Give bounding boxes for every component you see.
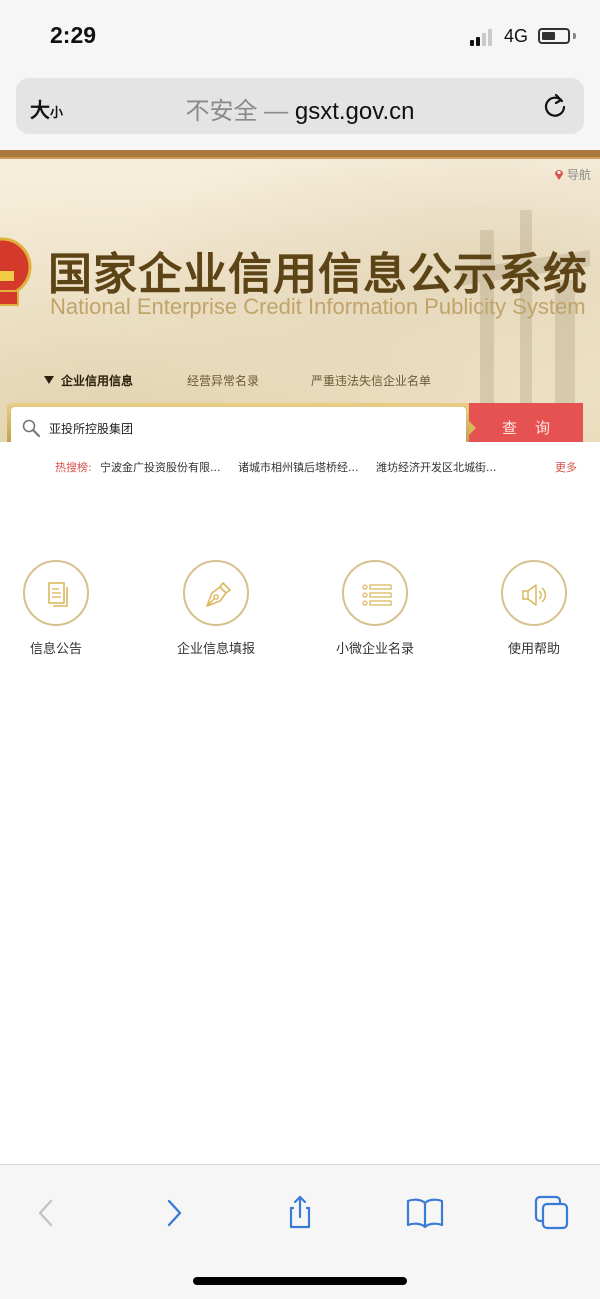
- pen-nib-icon: [206, 582, 231, 607]
- search-box-frame: [7, 403, 471, 442]
- url-display[interactable]: 不安全 — gsxt.gov.cn: [16, 91, 584, 126]
- nav-link[interactable]: 导航: [554, 166, 591, 183]
- quick-link-small-business-list[interactable]: 小微企业名录: [305, 560, 445, 657]
- security-label: 不安全 —: [185, 98, 295, 125]
- share-icon[interactable]: [280, 1193, 320, 1233]
- icon-circle: [23, 560, 89, 626]
- triangle-down-icon: [44, 376, 54, 384]
- quick-link-label: 使用帮助: [507, 642, 560, 657]
- tab-enterprise-credit[interactable]: 企业信用信息: [44, 372, 133, 389]
- signal-icon: [470, 28, 498, 46]
- list-icon: [362, 584, 392, 606]
- quick-link-label: 小微企业名录: [335, 642, 414, 657]
- hot-search-more-link[interactable]: 更多: [555, 459, 577, 475]
- url-domain: gsxt.gov.cn: [294, 98, 415, 125]
- network-type: 4G: [504, 26, 529, 46]
- header-stripe: [0, 150, 600, 159]
- quick-link-label: 信息公告: [29, 642, 82, 657]
- search-button[interactable]: 查询: [469, 403, 583, 442]
- document-icon: [48, 582, 68, 607]
- forward-arrow-icon[interactable]: [154, 1193, 194, 1233]
- quick-link-label: 企业信息填报: [176, 642, 255, 657]
- tab-abnormal-operations[interactable]: 经营异常名录: [187, 372, 259, 389]
- site-title-en: National Enterprise Credit Information P…: [50, 294, 586, 319]
- search-form: 查询: [7, 403, 583, 442]
- address-bar[interactable]: 大小 不安全 — gsxt.gov.cn: [16, 78, 584, 134]
- nav-link-label: 导航: [567, 168, 592, 182]
- national-emblem-icon: [0, 237, 32, 306]
- back-arrow-icon[interactable]: [26, 1193, 66, 1233]
- search-icon: [22, 419, 41, 438]
- tabs-icon[interactable]: [532, 1193, 572, 1233]
- speaker-icon: [522, 584, 547, 606]
- tab-serious-violations[interactable]: 严重违法失信企业名单: [311, 372, 431, 389]
- quick-link-announcements[interactable]: 信息公告: [0, 560, 126, 657]
- bookmarks-icon[interactable]: [405, 1193, 445, 1233]
- hot-search-label: 热搜榜:: [55, 461, 92, 474]
- status-time: 2:29: [50, 22, 97, 48]
- hot-search-item[interactable]: 诸城市相州镇后塔桥经...: [238, 459, 359, 475]
- icon-circle: [342, 560, 408, 626]
- site-header-banner: 导航 国家企业信用信息公示系统 National Enterprise Cred…: [0, 150, 600, 442]
- icon-circle: [183, 560, 249, 626]
- battery-cap: [573, 33, 576, 39]
- category-tabs: 企业信用信息 经营异常名录 严重违法失信企业名单: [0, 372, 600, 396]
- tab-label: 经营异常名录: [187, 374, 260, 388]
- search-input[interactable]: [49, 417, 449, 439]
- quick-link-info-filing[interactable]: 企业信息填报: [146, 560, 286, 657]
- site-title-cn: 国家企业信用信息公示系统: [48, 249, 588, 300]
- hot-search-bar: 热搜榜: 宁波金广投资股份有限... 诸城市相州镇后塔桥经... 潍坊经济开发区…: [0, 459, 600, 479]
- tab-label: 企业信用信息: [61, 374, 134, 388]
- hot-search-item[interactable]: 宁波金广投资股份有限...: [100, 459, 221, 475]
- reload-icon[interactable]: [542, 92, 570, 120]
- icon-circle: [501, 560, 567, 626]
- hot-search-item[interactable]: 潍坊经济开发区北城街...: [376, 459, 497, 475]
- location-pin-icon: [555, 170, 563, 180]
- tab-label: 严重违法失信企业名单: [311, 374, 432, 388]
- status-bar: 2:29 4G: [0, 0, 600, 70]
- search-field[interactable]: [11, 407, 466, 442]
- home-indicator[interactable]: [193, 1277, 407, 1285]
- quick-link-help[interactable]: 使用帮助: [464, 560, 600, 657]
- battery-icon: [538, 28, 570, 44]
- quick-links: 信息公告 企业信息填报 小微企业名录 使用帮助: [0, 560, 600, 670]
- browser-chrome: 大小 不安全 — gsxt.gov.cn: [0, 70, 600, 150]
